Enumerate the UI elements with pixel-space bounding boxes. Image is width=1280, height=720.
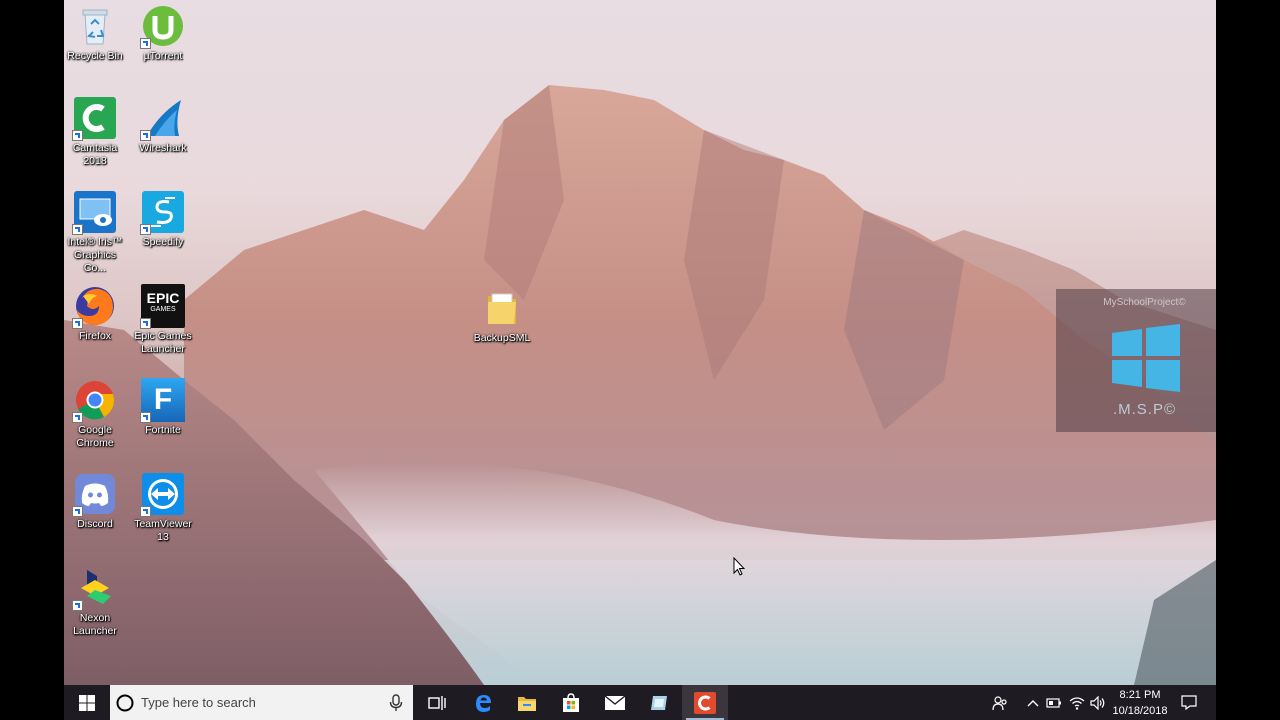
utorrent-shortcut[interactable]: µTorrent — [130, 4, 196, 63]
utorrent-icon — [140, 4, 185, 49]
clock-date: 10/18/2018 — [1112, 705, 1168, 717]
microsoft-store-icon — [563, 692, 579, 712]
icon-label: Camtasia 2018 — [72, 142, 118, 167]
wifi-icon — [1069, 696, 1085, 710]
icon-label: Discord — [77, 518, 113, 530]
file-explorer-button[interactable] — [506, 685, 548, 720]
fortnite-icon: F — [140, 378, 185, 423]
task-view-button[interactable] — [416, 685, 458, 720]
watermark-top-text: MySchoolProject© — [1103, 297, 1186, 308]
wireshark-icon — [140, 96, 185, 141]
recycle-bin-icon — [73, 4, 117, 48]
mountain-wallpaper — [64, 85, 1216, 685]
discord-icon — [72, 472, 117, 517]
epic-games-icon: EPIC GAMES — [140, 284, 185, 329]
shortcut-arrow-icon — [140, 412, 151, 423]
network-button[interactable] — [1067, 685, 1087, 720]
icon-label: Speedify — [142, 236, 184, 248]
intel-graphics-icon — [72, 190, 117, 235]
epic-logo-text: EPIC — [146, 290, 180, 306]
mail-icon — [604, 694, 626, 710]
recycle-bin-shortcut[interactable]: Recycle Bin — [64, 4, 128, 63]
shortcut-arrow-icon — [72, 130, 83, 141]
discord-shortcut[interactable]: Discord — [64, 472, 128, 531]
watermark-bottom-text: .M.S.P© — [1112, 401, 1177, 418]
search-placeholder: Type here to search — [141, 695, 256, 710]
firefox-icon — [72, 284, 117, 329]
teamviewer-icon — [140, 472, 185, 517]
shortcut-arrow-icon — [72, 506, 83, 517]
people-icon — [992, 695, 1007, 710]
teamviewer-shortcut[interactable]: TeamViewer 13 — [130, 472, 196, 544]
wireshark-shortcut[interactable]: Wireshark — [130, 96, 196, 155]
shortcut-arrow-icon — [140, 130, 151, 141]
system-clock[interactable]: 8:21 PM 10/18/2018 — [1110, 687, 1170, 719]
watermark-overlay: MySchoolProject© .M.S.P© — [1056, 289, 1216, 432]
icon-label: BackupSML — [473, 332, 531, 344]
icon-label: TeamViewer 13 — [134, 518, 192, 543]
icon-label: µTorrent — [143, 50, 183, 62]
taskbar: Type here to search 8:21 PM 10/18/2018 — [64, 685, 1216, 720]
icon-label: Wireshark — [139, 142, 187, 154]
task-view-icon — [428, 695, 446, 710]
shortcut-arrow-icon — [72, 600, 83, 611]
battery-button[interactable] — [1044, 685, 1064, 720]
action-center-button[interactable] — [1178, 685, 1200, 720]
microsoft-store-button[interactable] — [550, 685, 592, 720]
speaker-icon — [1090, 695, 1105, 710]
edge-icon — [476, 694, 491, 712]
icon-label: Intel® Iris™ Graphics Co... — [67, 236, 123, 274]
people-button[interactable] — [990, 685, 1010, 720]
icon-label: Epic Games Launcher — [134, 330, 192, 355]
nexon-launcher-shortcut[interactable]: Nexon Launcher — [64, 566, 128, 638]
notification-icon — [1181, 695, 1197, 710]
mail-button[interactable] — [594, 685, 636, 720]
backupsml-folder[interactable]: BackupSML — [469, 286, 535, 345]
shortcut-arrow-icon — [72, 412, 83, 423]
shortcut-arrow-icon — [140, 224, 151, 235]
edge-button[interactable] — [462, 685, 504, 720]
epic-logo-subtext: GAMES — [150, 306, 176, 313]
desktop[interactable]: Recycle Bin Camtasia 2018 Intel® Iris™ G… — [64, 0, 1216, 685]
clock-time: 8:21 PM — [1119, 689, 1161, 701]
chrome-shortcut[interactable]: Google Chrome — [64, 378, 128, 450]
shortcut-arrow-icon — [72, 318, 83, 329]
volume-button[interactable] — [1088, 685, 1108, 720]
windows-logo-icon — [1112, 324, 1180, 392]
firefox-shortcut[interactable]: Firefox — [64, 284, 128, 343]
microphone-icon[interactable] — [389, 693, 403, 712]
icon-label: Recycle Bin — [67, 50, 123, 62]
chevron-up-icon — [1027, 699, 1039, 706]
chrome-icon — [72, 378, 117, 423]
shortcut-arrow-icon — [140, 38, 151, 49]
speedify-shortcut[interactable]: Speedify — [130, 190, 196, 249]
search-box[interactable]: Type here to search — [110, 685, 413, 720]
cortana-icon — [116, 694, 134, 711]
app-icon — [651, 695, 667, 710]
camtasia-icon — [72, 96, 117, 141]
mouse-pointer-icon — [733, 557, 745, 576]
intel-graphics-shortcut[interactable]: Intel® Iris™ Graphics Co... — [64, 190, 128, 275]
camtasia-icon — [694, 691, 716, 714]
icon-label: Fortnite — [145, 424, 181, 436]
shortcut-arrow-icon — [140, 506, 151, 517]
windows-start-icon — [79, 694, 95, 711]
pinned-app-button[interactable] — [638, 685, 680, 720]
shortcut-arrow-icon — [140, 318, 151, 329]
file-explorer-icon — [518, 696, 536, 711]
camtasia-shortcut[interactable]: Camtasia 2018 — [64, 96, 128, 168]
fortnite-shortcut[interactable]: F Fortnite — [130, 378, 196, 437]
icon-label: Firefox — [78, 330, 112, 342]
start-button[interactable] — [64, 685, 110, 720]
epic-games-shortcut[interactable]: EPIC GAMES Epic Games Launcher — [130, 284, 196, 356]
camtasia-taskbar-button[interactable] — [682, 685, 728, 720]
nexon-launcher-icon — [72, 566, 117, 611]
battery-icon — [1046, 697, 1061, 708]
speedify-icon — [140, 190, 185, 235]
show-hidden-icons-button[interactable] — [1023, 685, 1043, 720]
icon-label: Nexon Launcher — [73, 612, 117, 637]
icon-label: Google Chrome — [76, 424, 114, 449]
shortcut-arrow-icon — [72, 224, 83, 235]
folder-icon — [480, 286, 524, 330]
